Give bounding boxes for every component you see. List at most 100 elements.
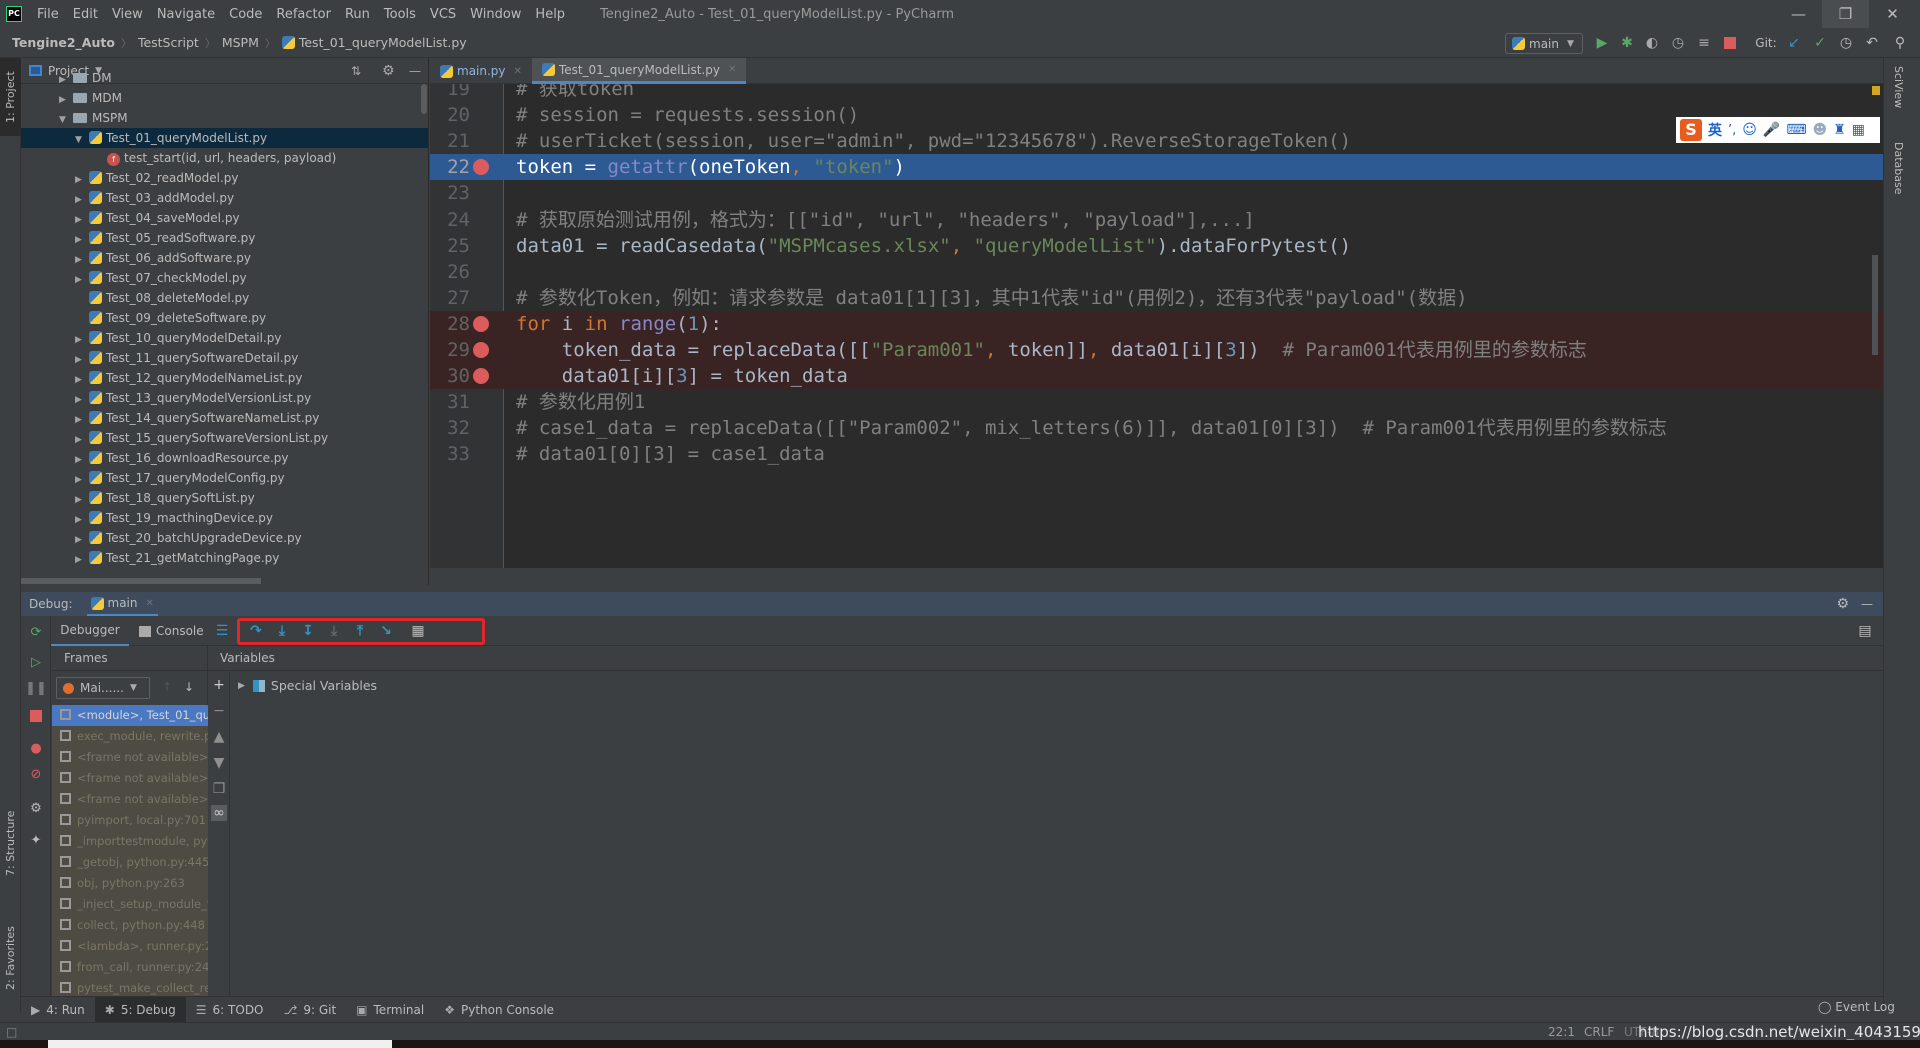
stack-frame[interactable]: _inject_setup_module_f xyxy=(52,894,208,915)
expanded-arrow-icon[interactable]: ▼ xyxy=(75,130,89,150)
editor-scrollbar[interactable] xyxy=(1872,255,1878,355)
breadcrumb-file[interactable]: Test_01_queryModelList.py xyxy=(299,35,467,50)
breakpoint-icon[interactable] xyxy=(473,342,489,358)
stack-frame[interactable]: obj, python.py:263 xyxy=(52,873,208,894)
menu-window[interactable]: Window xyxy=(463,7,528,22)
collapsed-arrow-icon[interactable]: ▶ xyxy=(75,350,89,370)
emoji-icon[interactable]: ☺ xyxy=(1742,122,1757,138)
favorites-tool-tab[interactable]: 2: Favorites xyxy=(0,908,21,1008)
code-line[interactable]: 33 # data01[0][3] = case1_data xyxy=(430,441,1883,467)
tree-file[interactable]: ▶ Test_14_querySoftwareNameList.py xyxy=(21,408,319,428)
settings-icon[interactable]: ⚙ xyxy=(28,800,44,816)
collapsed-arrow-icon[interactable]: ▶ xyxy=(75,510,89,530)
menu-edit[interactable]: Edit xyxy=(66,7,105,22)
tree-file[interactable]: ▶ Test_19_macthingDevice.py xyxy=(21,508,273,528)
menu-run[interactable]: Run xyxy=(338,7,377,22)
tree-file[interactable]: ▼ Test_01_queryModelList.py xyxy=(21,128,428,148)
collapsed-arrow-icon[interactable]: ▶ xyxy=(75,450,89,470)
tree-folder[interactable]: ▶ MDM xyxy=(21,88,122,108)
tool-tab-terminal[interactable]: ▣ Terminal xyxy=(346,997,434,1023)
tree-file[interactable]: Test_09_deleteSoftware.py xyxy=(21,308,266,328)
tree-function[interactable]: f test_start(id, url, headers, payload) xyxy=(21,148,336,168)
run-configuration-select[interactable]: main ▼ xyxy=(1505,33,1583,54)
tree-file[interactable]: ▶ Test_17_queryModelConfig.py xyxy=(21,468,285,488)
collapsed-arrow-icon[interactable]: ▶ xyxy=(75,550,89,570)
breadcrumb-subfolder[interactable]: MSPM xyxy=(222,35,259,50)
layout-settings-icon[interactable]: ▤ xyxy=(1856,622,1874,640)
previous-frame-icon[interactable]: ↑ xyxy=(162,680,172,694)
line-separator[interactable]: CRLF xyxy=(1584,1025,1614,1039)
minimize-button[interactable]: — xyxy=(1775,0,1822,28)
code-line[interactable]: 28 for i in range(1): xyxy=(430,310,1883,337)
hide-panel-icon[interactable]: — xyxy=(409,64,421,78)
code-line[interactable]: 26 xyxy=(430,259,1883,285)
debug-session-tab[interactable]: main ✕ xyxy=(86,592,158,616)
run-icon[interactable]: ▶ xyxy=(1592,33,1612,53)
keyboard-icon[interactable]: ⌨ xyxy=(1786,122,1806,138)
collapsed-arrow-icon[interactable]: ▶ xyxy=(75,470,89,490)
gear-icon[interactable]: ⚙ xyxy=(1836,596,1849,612)
close-tab-icon[interactable]: ✕ xyxy=(514,66,522,77)
tree-file[interactable]: Test_08_deleteModel.py xyxy=(21,288,249,308)
menu-vcs[interactable]: VCS xyxy=(423,7,463,22)
stack-frame[interactable]: <frame not available> xyxy=(52,747,208,768)
tree-file[interactable]: ▶ Test_02_readModel.py xyxy=(21,168,239,188)
breakpoint-icon[interactable] xyxy=(473,315,489,332)
stack-frame[interactable]: exec_module, rewrite.p xyxy=(52,726,208,747)
tree-file[interactable]: ▶ Test_21_getMatchingPage.py xyxy=(21,548,279,568)
code-line[interactable]: 30 data01[i][3] = token_data xyxy=(430,363,1883,390)
show-watches-icon[interactable]: ∞ xyxy=(211,805,227,821)
code-line[interactable]: 21 # userTicket(session, user="admin", pw… xyxy=(430,128,1883,154)
stack-frame[interactable]: <module>, Test_01_qu xyxy=(52,705,208,726)
inspection-warning-icon[interactable] xyxy=(1872,86,1880,95)
stack-frame[interactable]: from_call, runner.py:24 xyxy=(52,957,208,978)
code-line[interactable]: 22 token = getattr(oneToken, "token") xyxy=(430,154,1883,181)
tree-file[interactable]: ▶ Test_06_addSoftware.py xyxy=(21,248,251,268)
collapsed-arrow-icon[interactable]: ▶ xyxy=(75,530,89,550)
code-line[interactable]: 27 # 参数化Token，例如：请求参数是 data01[1][3]，其中1代表… xyxy=(430,285,1883,311)
pin-tab-icon[interactable]: ✦ xyxy=(28,832,44,848)
code-line[interactable]: 29 token_data = replaceData([["Param001"… xyxy=(430,337,1883,363)
collapsed-arrow-icon[interactable]: ▶ xyxy=(75,170,89,190)
copy-watch-icon[interactable]: ❐ xyxy=(211,781,227,797)
project-tool-tab[interactable]: 1: Project xyxy=(0,58,21,136)
tree-file[interactable]: ▶ Test_11_querySoftwareDetail.py xyxy=(21,348,298,368)
move-up-icon[interactable]: ▲ xyxy=(211,729,227,745)
menu-refactor[interactable]: Refactor xyxy=(269,7,338,22)
collapsed-arrow-icon[interactable]: ▶ xyxy=(59,70,73,90)
git-history-icon[interactable]: ◷ xyxy=(1836,33,1856,53)
tool-tab-4-run[interactable]: ▶ 4: Run xyxy=(21,997,95,1023)
tab-debugger[interactable]: Debugger xyxy=(51,616,129,646)
collapsed-arrow-icon[interactable]: ▶ xyxy=(75,230,89,250)
tree-file[interactable]: ▶ Test_10_queryModelDetail.py xyxy=(21,328,281,348)
stack-frame[interactable]: <frame not available> xyxy=(52,768,208,789)
restore-layout-icon[interactable]: ☰ xyxy=(213,622,231,640)
menu-view[interactable]: View xyxy=(105,7,150,22)
resume-icon[interactable]: ▷ xyxy=(28,654,44,670)
hide-panel-icon[interactable]: — xyxy=(1861,597,1873,611)
tool-tab-6-todo[interactable]: ☰ 6: TODO xyxy=(186,997,274,1023)
tree-folder[interactable]: ▼ MSPM xyxy=(21,108,128,128)
code-editor[interactable]: 19 # 获取token 20 # session = requests.sessio… xyxy=(430,84,1883,568)
collapsed-arrow-icon[interactable]: ▶ xyxy=(75,330,89,350)
git-update-icon[interactable]: ↙ xyxy=(1784,33,1804,53)
collapsed-arrow-icon[interactable]: ▶ xyxy=(75,270,89,290)
tree-file[interactable]: ▶ Test_07_checkModel.py xyxy=(21,268,247,288)
menu-tools[interactable]: Tools xyxy=(377,7,423,22)
punctuation-icon[interactable]: ’, xyxy=(1728,123,1736,138)
thread-select[interactable]: Mai...... ▼ xyxy=(56,677,150,699)
breadcrumb-project[interactable]: Tengine2_Auto xyxy=(12,35,115,50)
gear-icon[interactable]: ⚙ xyxy=(382,63,395,79)
tab-main-py[interactable]: main.py ✕ xyxy=(430,58,532,84)
code-line[interactable]: 19 # 获取token xyxy=(430,84,1883,102)
expanded-arrow-icon[interactable]: ▼ xyxy=(59,110,73,130)
tree-file[interactable]: ▶ Test_05_readSoftware.py xyxy=(21,228,255,248)
collapsed-arrow-icon[interactable]: ▶ xyxy=(75,190,89,210)
tree-file[interactable]: ▶ Test_12_queryModelNameList.py xyxy=(21,368,302,388)
collapsed-arrow-icon[interactable]: ▶ xyxy=(75,410,89,430)
code-line[interactable]: 23 xyxy=(430,180,1883,206)
stack-frame[interactable]: collect, python.py:448 xyxy=(52,915,208,936)
close-tab-icon[interactable]: ✕ xyxy=(728,64,736,75)
collapsed-arrow-icon[interactable]: ▶ xyxy=(75,210,89,230)
stack-frame[interactable]: _getobj, python.py:445 xyxy=(52,852,208,873)
